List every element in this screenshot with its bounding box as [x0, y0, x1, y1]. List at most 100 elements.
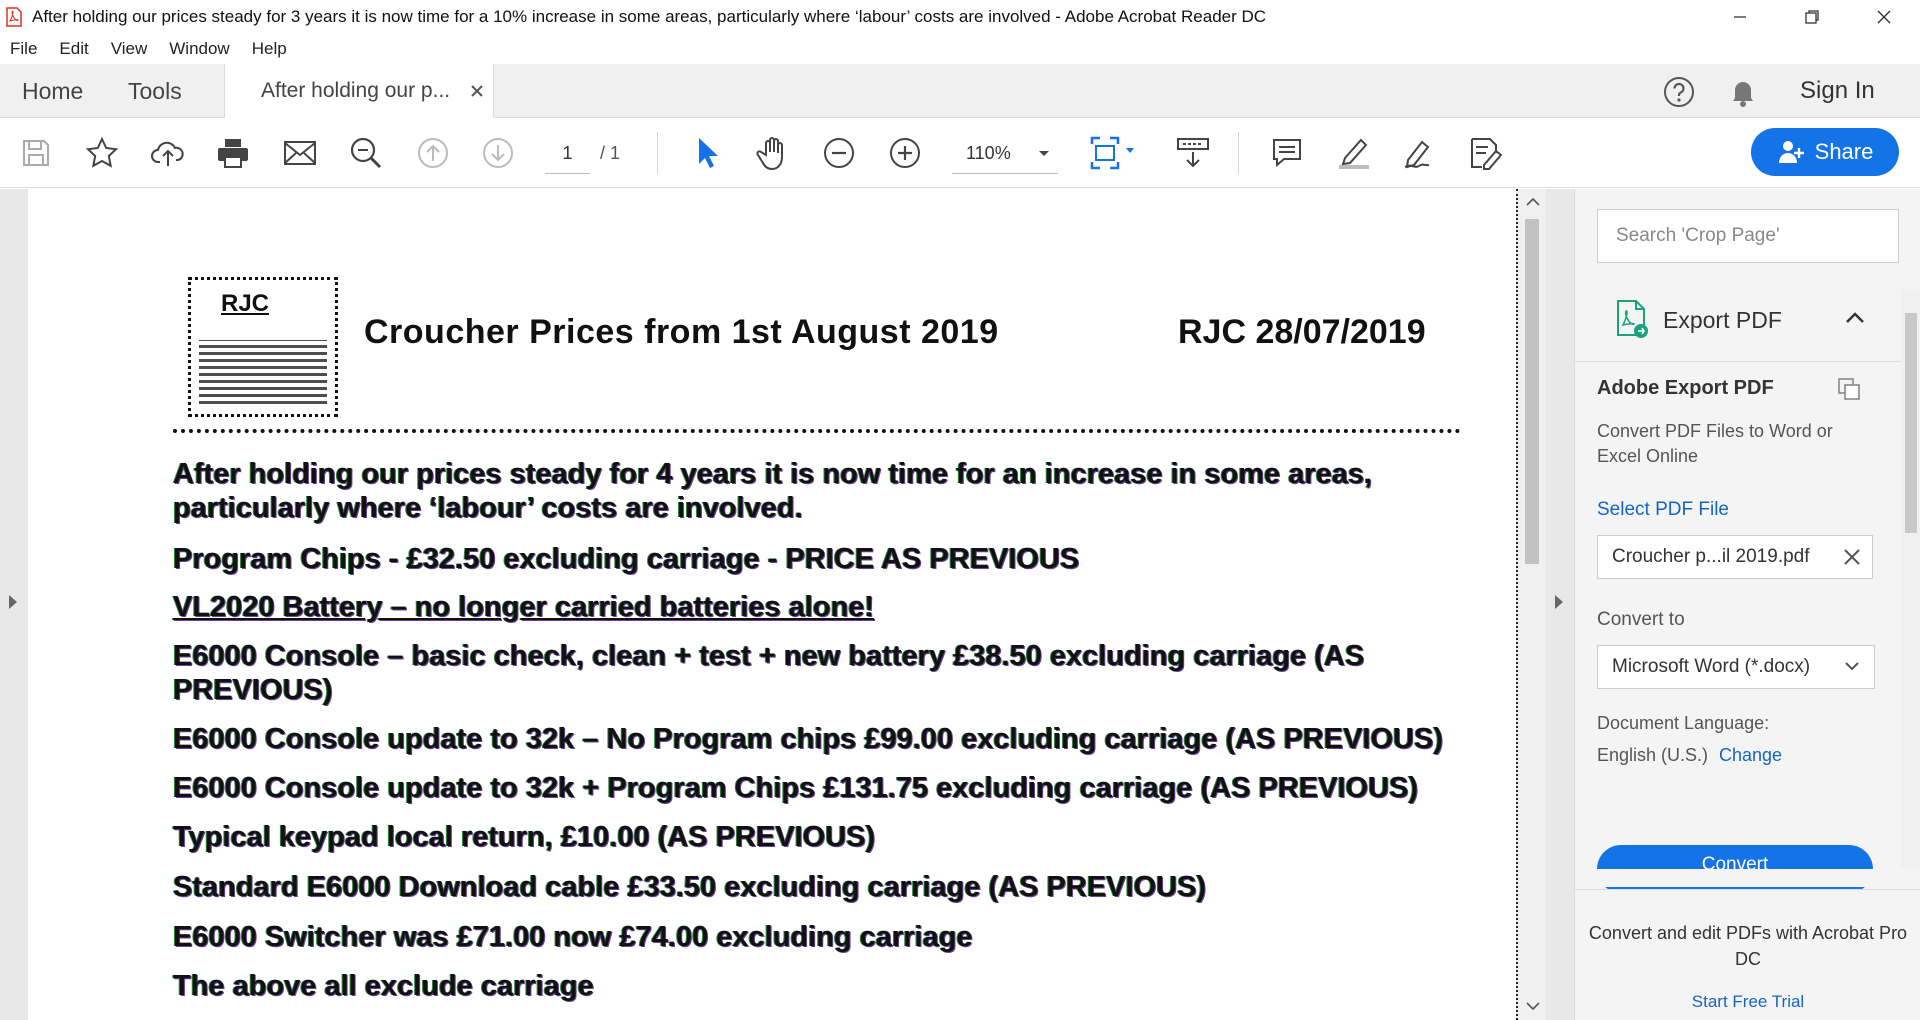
zoom-in-button[interactable]	[886, 134, 924, 172]
document-language-label: Document Language:	[1597, 713, 1770, 733]
selected-file-field[interactable]: Croucher p...il 2019.pdf	[1597, 535, 1873, 579]
document-paragraph: E6000 Console update to 32k + Program Ch…	[173, 772, 1419, 804]
convert-to-value: Microsoft Word (*.docx)	[1612, 656, 1811, 677]
convert-to-label: Convert to	[1597, 609, 1685, 630]
tab-tools[interactable]: Tools	[128, 64, 182, 118]
sign-in-link[interactable]: Sign In	[1800, 64, 1875, 118]
chevron-right-icon	[1555, 595, 1563, 609]
save-icon	[23, 140, 49, 166]
document-paragraph: Standard E6000 Download cable £33.50 exc…	[173, 871, 1207, 903]
promo-text: Convert and edit PDFs with Acrobat Pro D…	[1588, 923, 1908, 969]
edit-pdf-button[interactable]	[1467, 134, 1505, 172]
minimize-button[interactable]	[1704, 0, 1776, 34]
tab-bar: Home Tools After holding our p... Sign I…	[0, 64, 1920, 119]
convert-to-select[interactable]: Microsoft Word (*.docx)	[1597, 645, 1875, 689]
tool-search-input[interactable]: Search 'Crop Page'	[1597, 209, 1899, 263]
read-mode-button[interactable]	[1172, 134, 1214, 172]
restore-icon	[1805, 10, 1819, 24]
document-paragraph: particularly where ‘labour’ costs are in…	[173, 492, 803, 524]
print-button[interactable]	[214, 134, 252, 172]
right-panel-toggle[interactable]	[1546, 189, 1574, 1020]
document-view[interactable]: RJC Croucher Prices from 1st August 2019…	[28, 189, 1516, 1020]
close-icon	[1877, 10, 1891, 24]
bookmark-button[interactable]	[83, 134, 121, 172]
select-pdf-file-link[interactable]: Select PDF File	[1597, 499, 1729, 521]
zoom-select[interactable]: 110%	[952, 134, 1058, 174]
close-window-button[interactable]	[1848, 0, 1920, 34]
keyboard-graphic	[199, 340, 327, 404]
upload-icon	[151, 141, 184, 166]
scroll-down-icon[interactable]	[1526, 1001, 1540, 1011]
toolbar-separator	[657, 132, 658, 174]
hand-icon	[756, 137, 783, 171]
page-number-input[interactable]: 1	[545, 134, 590, 174]
chevron-up-icon[interactable]	[1845, 311, 1865, 325]
logo-text: RJC	[221, 290, 270, 317]
add-user-icon	[1778, 141, 1804, 163]
page-up-icon	[418, 138, 448, 168]
document-paragraph: The above all exclude carriage	[173, 970, 594, 1002]
document-paragraph: VL2020 Battery – no longer carried batte…	[173, 591, 875, 623]
tools-panel: Search 'Crop Page' Export PDF Adobe Expo…	[1574, 189, 1920, 1020]
search-icon	[350, 137, 382, 169]
document-paragraph: Typical keypad local return, £10.00 (AS …	[173, 821, 876, 853]
zoom-out-button[interactable]	[820, 134, 858, 172]
tab-document[interactable]: After holding our p...	[224, 64, 494, 119]
export-pdf-icon	[1617, 300, 1648, 338]
tab-document-label: After holding our p...	[261, 79, 451, 102]
title-bar: After holding our prices steady for 3 ye…	[0, 0, 1920, 34]
scrollbar-thumb[interactable]	[1525, 219, 1539, 564]
clear-file-icon[interactable]	[1842, 547, 1862, 567]
hand-tool-button[interactable]	[754, 134, 792, 172]
comment-button[interactable]	[1268, 134, 1306, 172]
help-icon[interactable]	[1663, 76, 1695, 108]
selected-file-name: Croucher p...il 2019.pdf	[1612, 546, 1810, 567]
read-mode-icon	[1177, 138, 1209, 168]
change-language-link[interactable]: Change	[1719, 745, 1782, 766]
export-pdf-header[interactable]: Export PDF	[1575, 289, 1901, 359]
save-button[interactable]	[17, 134, 55, 172]
panel-scrollbar[interactable]	[1901, 289, 1920, 869]
share-button[interactable]: Share	[1751, 128, 1899, 176]
menu-edit[interactable]: Edit	[59, 39, 88, 59]
highlight-button[interactable]	[1335, 134, 1373, 172]
divider	[1575, 361, 1901, 362]
adobe-export-description: Convert PDF Files to Word or Excel Onlin…	[1597, 421, 1833, 466]
zoom-value: 110%	[966, 143, 1011, 163]
sign-button[interactable]	[1401, 134, 1439, 172]
next-page-button[interactable]	[479, 134, 517, 172]
bell-icon[interactable]	[1727, 76, 1759, 108]
chevron-right-icon	[9, 595, 17, 609]
copy-icon[interactable]	[1837, 377, 1861, 401]
tab-home[interactable]: Home	[22, 64, 83, 118]
close-tab-icon[interactable]	[467, 81, 487, 101]
upload-button[interactable]	[149, 134, 187, 172]
email-button[interactable]	[281, 134, 319, 172]
panel-scrollbar-thumb[interactable]	[1905, 313, 1917, 533]
menu-view[interactable]: View	[111, 39, 148, 59]
zoom-out-icon	[824, 138, 854, 168]
heading-divider	[173, 429, 1461, 433]
menu-file[interactable]: File	[10, 39, 37, 59]
find-button[interactable]	[347, 134, 385, 172]
share-label: Share	[1814, 139, 1874, 164]
export-pdf-label: Export PDF	[1663, 307, 1782, 333]
print-icon	[218, 139, 248, 168]
previous-page-button[interactable]	[414, 134, 452, 172]
start-free-trial-link[interactable]: Start Free Trial	[1575, 992, 1920, 1012]
restore-button[interactable]	[1776, 0, 1848, 34]
document-paragraph: E6000 Console – basic check, clean + tes…	[173, 640, 1365, 672]
left-panel-toggle[interactable]	[0, 189, 28, 1020]
document-scrollbar[interactable]	[1516, 189, 1546, 1020]
document-paragraph: E6000 Switcher was £71.00 now £74.00 exc…	[173, 921, 973, 953]
document-paragraph: E6000 Console update to 32k – No Program…	[173, 723, 1443, 755]
menu-window[interactable]: Window	[169, 39, 229, 59]
page-count: / 1	[600, 143, 621, 163]
highlight-icon	[1339, 138, 1369, 169]
select-tool-button[interactable]	[688, 134, 726, 172]
fit-page-button[interactable]	[1088, 134, 1138, 172]
company-logo: RJC	[188, 277, 338, 417]
scroll-up-icon[interactable]	[1526, 197, 1540, 207]
menu-help[interactable]: Help	[252, 39, 287, 59]
star-icon	[85, 136, 119, 168]
